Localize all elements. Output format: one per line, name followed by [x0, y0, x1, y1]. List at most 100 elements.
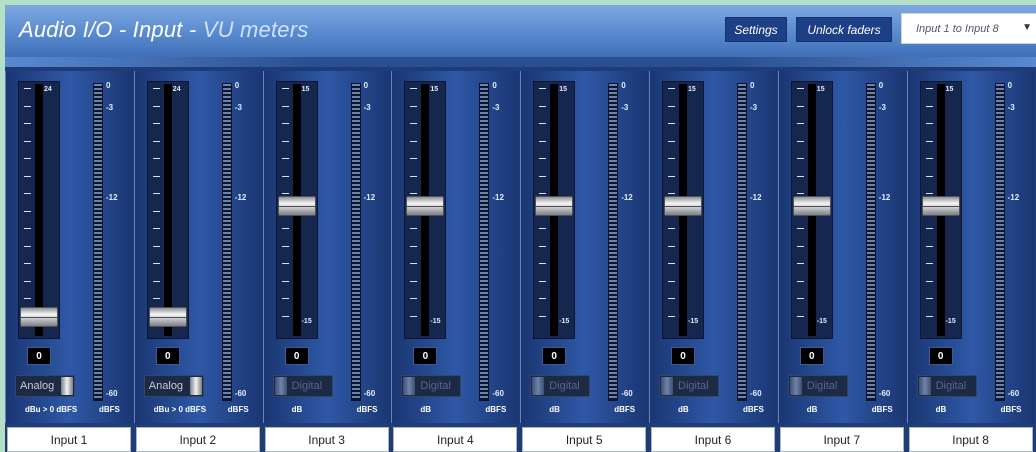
fader-max-label: 15 [559, 86, 567, 93]
fader-tick [668, 280, 675, 282]
fader-tick [539, 193, 547, 194]
fader-tick [539, 158, 547, 159]
fader-tick [152, 88, 160, 89]
fader-knob[interactable] [20, 307, 58, 328]
vu-meter-bar [350, 83, 361, 401]
gain-value-display[interactable]: 0 [284, 347, 309, 365]
input-type-label: Digital [549, 380, 580, 392]
gain-value-display[interactable]: 0 [542, 347, 567, 365]
input-type-toggle[interactable]: Digital [401, 375, 462, 397]
fader-tick [410, 105, 418, 107]
fader-tick [539, 298, 547, 299]
fader-tick [925, 298, 933, 299]
fader-tick [539, 105, 547, 107]
fader-tick [925, 140, 933, 142]
gain-value-display[interactable]: 0 [799, 347, 824, 365]
channel-name-button[interactable]: Input 5 [522, 427, 647, 452]
vu-scale-label: 0 [750, 81, 755, 90]
channel-strip: 24 0 Analog dBu > 0 dBFS 0 -3 -12 -60 dBFS … [5, 71, 133, 452]
vu-scale-label: -12 [1007, 193, 1020, 202]
gain-fader[interactable]: 15 -15 [404, 81, 447, 339]
channel-name-button[interactable]: Input 1 [7, 427, 131, 452]
fader-tick [668, 105, 675, 107]
fader-tick [152, 175, 160, 177]
input-type-toggle[interactable]: Analog [15, 375, 75, 397]
vu-meter: 0 -3 -12 -60 [860, 81, 904, 411]
fader-tick [796, 263, 804, 264]
fader-tick [668, 175, 675, 177]
channel-name-button[interactable]: Input 2 [135, 427, 260, 452]
fader-tick [539, 280, 547, 282]
input-type-label: Analog [20, 380, 55, 392]
gain-fader[interactable]: 15 -15 [919, 81, 962, 339]
vu-unit-label: dBFS [871, 405, 893, 414]
fader-unit-label: dB [935, 405, 947, 414]
fader-knob[interactable] [406, 196, 445, 216]
fader-unit-label: dB [549, 405, 560, 414]
input-type-toggle[interactable]: Digital [659, 375, 719, 397]
input-range-select[interactable]: Input 1 to Input 8 ▼ [901, 13, 1036, 44]
channel-name-button[interactable]: Input 6 [651, 427, 775, 452]
channel-strip: 15 -15 0 Digital dB 0 -3 -12 -60 dBFS Input… [777, 71, 906, 452]
gain-value-display[interactable]: 0 [671, 347, 695, 365]
gain-fader[interactable]: 24 [18, 81, 60, 339]
fader-knob[interactable] [277, 196, 316, 216]
fader-min-label: -15 [430, 318, 441, 325]
fader-knob[interactable] [792, 196, 831, 216]
fader-tick [410, 140, 418, 142]
vu-meter: 0 -3 -12 -60 [731, 81, 775, 411]
fader-tick [668, 123, 675, 124]
fader-tick [410, 315, 418, 317]
toggle-thumb [274, 377, 287, 395]
fader-tick [24, 245, 31, 247]
channel-name-button[interactable]: Input 8 [908, 427, 1033, 452]
fader-tick [796, 245, 804, 247]
vu-scale-label: -12 [234, 193, 247, 202]
input-type-toggle[interactable]: Digital [916, 375, 977, 397]
vu-scale-label: 0 [878, 81, 884, 90]
input-type-toggle[interactable]: Digital [272, 375, 333, 397]
toggle-thumb [918, 377, 931, 395]
gain-value-display[interactable]: 0 [413, 347, 438, 365]
unlock-faders-button[interactable]: Unlock faders [796, 17, 892, 42]
fader-tick [925, 88, 933, 89]
vu-meter-bar [479, 83, 490, 401]
fader-knob[interactable] [148, 307, 187, 328]
fader-tick [539, 123, 547, 124]
vu-meter-bar [994, 83, 1005, 401]
input-type-toggle[interactable]: Digital [787, 375, 848, 397]
fader-tick [539, 88, 547, 89]
fader-knob[interactable] [664, 196, 702, 216]
vu-meter: 0 -3 -12 -60 [216, 81, 260, 411]
gain-fader[interactable]: 15 -15 [790, 81, 833, 339]
fader-tick [281, 105, 289, 107]
gain-value-display[interactable]: 0 [155, 347, 180, 365]
channel-name-button[interactable]: Input 7 [779, 427, 904, 452]
input-type-toggle[interactable]: Analog [143, 375, 204, 397]
input-type-toggle[interactable]: Digital [530, 375, 591, 397]
gain-fader[interactable]: 15 -15 [662, 81, 704, 339]
vu-scale-label: -3 [1007, 103, 1015, 112]
vu-scale-label: -12 [621, 193, 633, 202]
fader-unit-label: dB [806, 405, 818, 414]
vu-scale-label: -60 [750, 389, 762, 398]
fader-tick [410, 280, 418, 282]
channel-name-button[interactable]: Input 3 [264, 427, 389, 452]
channel-strip: 15 -15 0 Digital dB 0 -3 -12 -60 dBFS Input… [906, 71, 1035, 452]
fader-knob[interactable] [921, 196, 960, 216]
vu-meter: 0 -3 -12 -60 [87, 81, 131, 411]
gain-fader[interactable]: 15 -15 [533, 81, 576, 339]
gain-fader[interactable]: 24 [146, 81, 189, 339]
fader-knob[interactable] [535, 196, 574, 216]
gain-value-display[interactable]: 0 [27, 347, 51, 365]
chevron-down-icon: ▼ [1022, 22, 1032, 33]
vu-scale-label: -12 [750, 193, 762, 202]
settings-button[interactable]: Settings [725, 17, 787, 42]
page-title-main: Audio I/O - Input - [19, 17, 203, 42]
vu-scale-label: -60 [234, 389, 247, 398]
vu-scale-label: -60 [621, 389, 633, 398]
gain-fader[interactable]: 15 -15 [275, 81, 318, 339]
gain-value-display[interactable]: 0 [928, 347, 953, 365]
channel-name-button[interactable]: Input 4 [393, 427, 518, 452]
fader-min-label: -15 [816, 318, 827, 325]
